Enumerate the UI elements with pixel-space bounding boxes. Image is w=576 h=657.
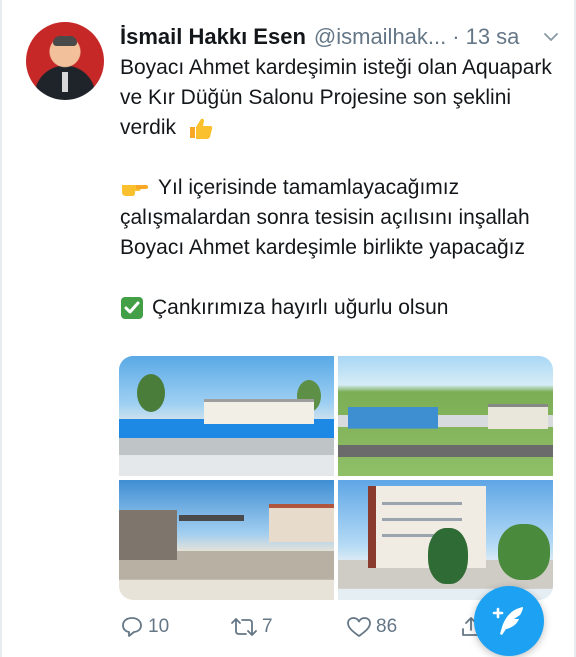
pergola-shape — [179, 515, 244, 521]
retweet-icon — [231, 618, 257, 636]
building-shape — [204, 399, 314, 424]
building-shape — [488, 404, 548, 429]
separator-dot: · — [452, 24, 460, 49]
retweet-button[interactable]: 7 — [230, 612, 273, 642]
heart-icon — [347, 617, 371, 637]
author-handle[interactable]: @ismailhak... — [314, 24, 446, 50]
thumbs-up-icon — [189, 119, 213, 140]
tweet-line-2: Yıl içerisinde tamamlayacağımız çalışmal… — [120, 176, 530, 259]
retweet-count: 7 — [262, 616, 273, 637]
avatar-hair — [53, 36, 77, 46]
reply-button[interactable]: 10 — [120, 612, 169, 642]
tweet-paragraph-2: Yıl içerisinde tamamlayacağımız çalışmal… — [120, 173, 560, 263]
tweet-line-1: Boyacı Ahmet kardeşimin isteği olan Aqua… — [120, 56, 552, 139]
tweet-time[interactable]: 13 sa — [466, 24, 520, 50]
avatar[interactable] — [26, 22, 104, 100]
tweet-paragraph-1: Boyacı Ahmet kardeşimin isteği olan Aqua… — [120, 53, 560, 143]
like-count: 86 — [376, 616, 398, 637]
tweet-card[interactable]: İsmail Hakkı Esen @ismailhak... · 13 sa … — [0, 0, 576, 657]
tweet-paragraph-3: Çankırımıza hayırlı uğurlu olsun — [120, 293, 560, 323]
author-name[interactable]: İsmail Hakkı Esen — [120, 24, 306, 50]
tree-shape — [137, 374, 165, 412]
media-grid — [119, 356, 553, 600]
reply-icon — [122, 617, 142, 637]
building-shape — [119, 510, 177, 560]
window-row — [382, 518, 462, 521]
tweet-header: İsmail Hakkı Esen @ismailhak... · 13 sa — [120, 20, 560, 54]
tweet-text: Boyacı Ahmet kardeşimin isteği olan Aqua… — [120, 53, 560, 323]
building-shape — [368, 486, 486, 568]
compose-feather-icon — [492, 607, 523, 635]
aerial-site-render-photo[interactable] — [338, 356, 553, 476]
avatar-shirt — [62, 72, 68, 92]
aquapark-pool-render-photo[interactable] — [119, 356, 334, 476]
chevron-down-icon[interactable] — [542, 28, 560, 46]
existing-building-photo[interactable] — [338, 480, 553, 600]
window-row — [382, 502, 462, 505]
check-mark-icon — [121, 297, 143, 320]
wedding-hall-render-photo[interactable] — [119, 480, 334, 600]
like-button[interactable]: 86 — [346, 612, 397, 642]
tree-shape — [498, 524, 550, 580]
tweet-line-3: Çankırımıza hayırlı uğurlu olsun — [152, 296, 449, 319]
tree-shape — [428, 528, 468, 584]
building-shape — [269, 504, 334, 542]
reply-count: 10 — [148, 616, 170, 637]
pointing-right-icon — [122, 185, 148, 197]
compose-tweet-button[interactable] — [474, 586, 544, 656]
